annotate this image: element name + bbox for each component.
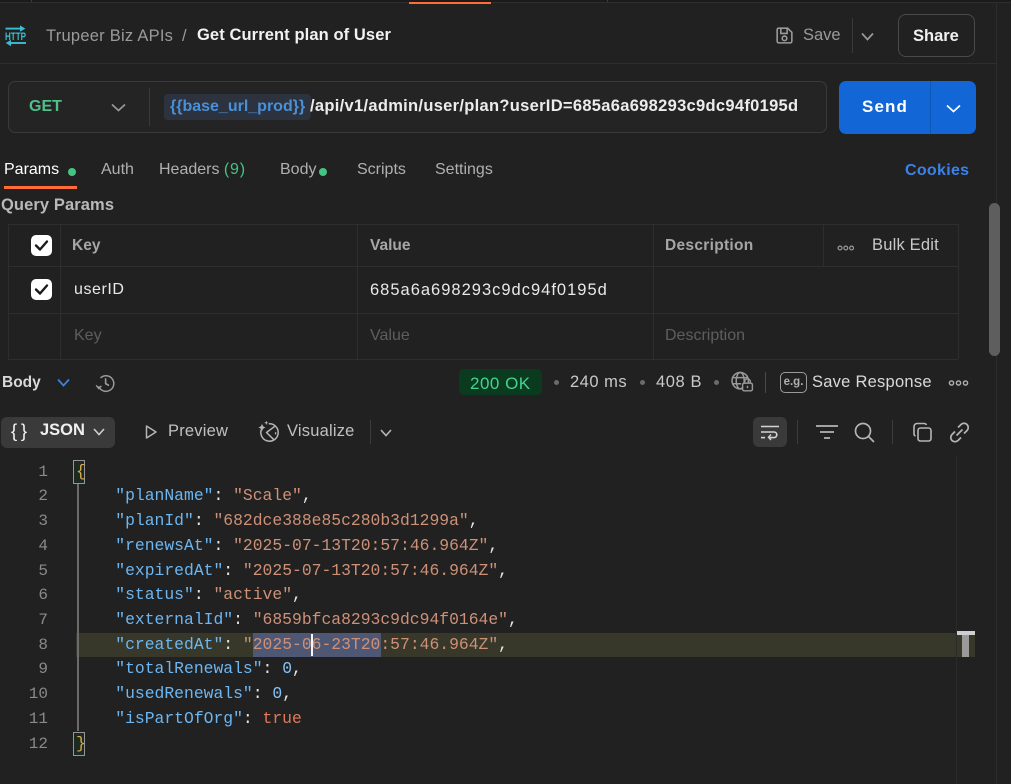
svg-text:HTTP: HTTP	[5, 31, 26, 43]
